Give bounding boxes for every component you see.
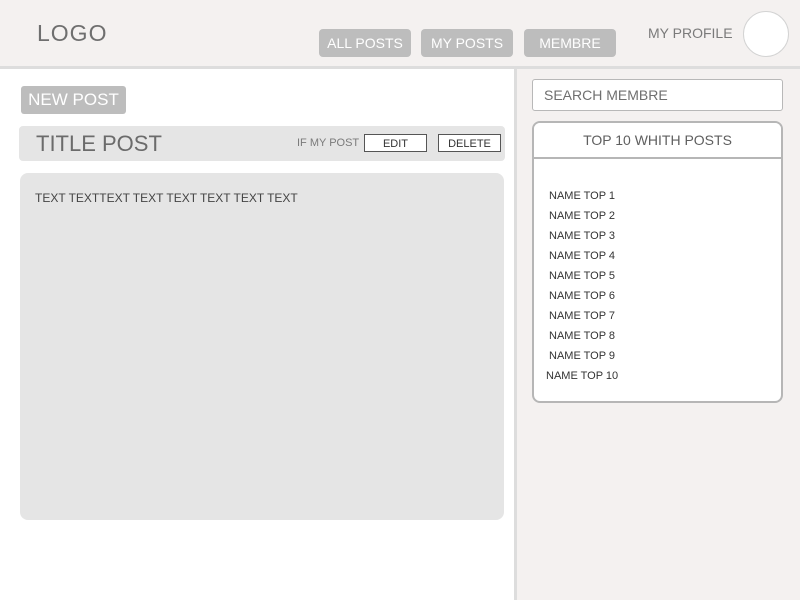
top-posters-title: TOP 10 WHITH POSTS <box>534 123 781 159</box>
owner-hint: IF MY POST <box>297 137 360 149</box>
post-text: TEXT TEXTTEXT TEXT TEXT TEXT TEXT TEXT <box>35 191 298 205</box>
my-posts-button[interactable]: MY POSTS <box>421 29 513 57</box>
post-title: TITLE POST <box>36 131 162 156</box>
edit-button[interactable]: EDIT <box>364 134 427 152</box>
top-poster-item[interactable]: NAME TOP 8 <box>549 326 781 346</box>
top-poster-item[interactable]: NAME TOP 9 <box>549 346 781 366</box>
top-posters-list: NAME TOP 1 NAME TOP 2 NAME TOP 3 NAME TO… <box>534 159 781 386</box>
avatar[interactable] <box>743 11 789 57</box>
top-poster-item[interactable]: NAME TOP 7 <box>549 306 781 326</box>
membre-button[interactable]: MEMBRE <box>524 29 616 57</box>
delete-button[interactable]: DELETE <box>438 134 501 152</box>
top-poster-item[interactable]: NAME TOP 1 <box>549 186 781 206</box>
search-membre-input[interactable] <box>532 79 783 111</box>
top-posters-box: TOP 10 WHITH POSTS NAME TOP 1 NAME TOP 2… <box>532 121 783 403</box>
new-post-button[interactable]: NEW POST <box>21 86 126 114</box>
top-poster-item[interactable]: NAME TOP 4 <box>549 246 781 266</box>
logo[interactable]: LOGO <box>37 20 107 47</box>
top-poster-item[interactable]: NAME TOP 6 <box>549 286 781 306</box>
post-body: TEXT TEXTTEXT TEXT TEXT TEXT TEXT TEXT <box>20 173 504 520</box>
all-posts-button[interactable]: ALL POSTS <box>319 29 411 57</box>
page: LOGO ALL POSTS MY POSTS MEMBRE MY PROFIL… <box>0 0 800 600</box>
top-poster-item[interactable]: NAME TOP 2 <box>549 206 781 226</box>
top-poster-item[interactable]: NAME TOP 10 <box>546 366 781 386</box>
top-poster-item[interactable]: NAME TOP 3 <box>549 226 781 246</box>
my-profile-link[interactable]: MY PROFILE <box>648 25 733 41</box>
header: LOGO ALL POSTS MY POSTS MEMBRE MY PROFIL… <box>0 0 800 69</box>
top-poster-item[interactable]: NAME TOP 5 <box>549 266 781 286</box>
post-title-bar: TITLE POST IF MY POST EDIT DELETE <box>19 126 505 161</box>
